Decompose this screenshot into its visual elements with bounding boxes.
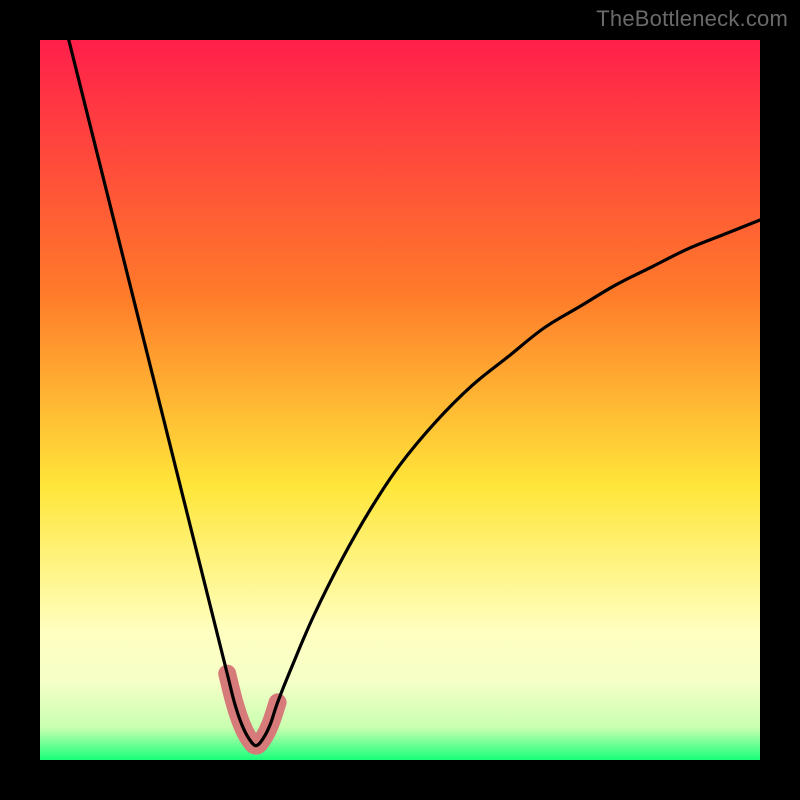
gradient-background xyxy=(40,40,760,760)
watermark-text: TheBottleneck.com xyxy=(596,6,788,32)
chart-canvas xyxy=(40,40,760,760)
outer-frame: TheBottleneck.com xyxy=(0,0,800,800)
